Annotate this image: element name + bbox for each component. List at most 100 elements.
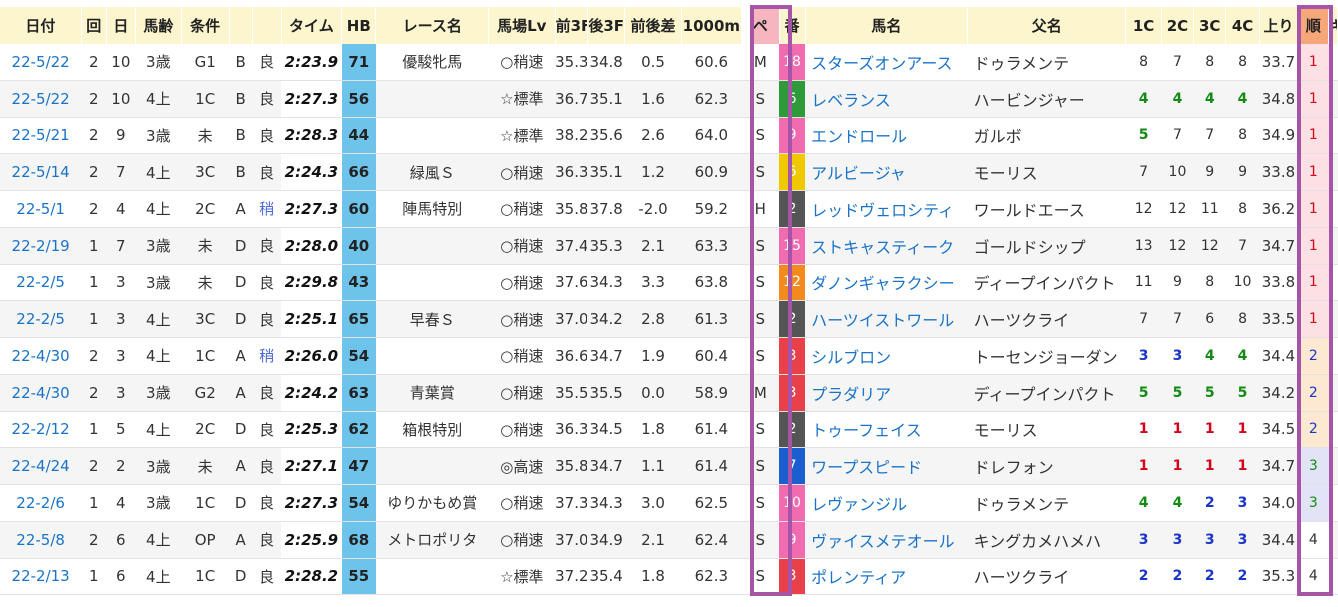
table-row[interactable]: 22-2/19 1 7 3歳未 D 良 2:28.0 40 ○稍速 37.4 35.3 2.1 63.3… xyxy=(0,227,1338,265)
table-row[interactable]: 22-2/12 1 5 4上 2C D 良 2:25.3 62 箱根特別 ○稍速 36.3 34.5 1.… xyxy=(0,411,1338,449)
header-rank[interactable]: 順 xyxy=(1297,7,1330,44)
header-agari[interactable]: 上り xyxy=(1259,7,1299,44)
race-date[interactable]: 22-2/6 xyxy=(0,484,82,522)
header-race[interactable]: レース名 xyxy=(375,7,489,44)
header-cls[interactable] xyxy=(229,7,253,44)
hb-score: 47 xyxy=(341,447,376,485)
first-3f: 36.7 xyxy=(555,80,588,118)
table-row[interactable]: 22-5/22 2 10 3歳 G1 B 良 2:23.9 71 優駿牝馬 ○稍速 35.3 34.8 0… xyxy=(0,44,1338,81)
header-age[interactable]: 馬齢 xyxy=(135,7,182,44)
horse-name-link[interactable]: ストキャスティーク xyxy=(805,227,968,265)
table-row[interactable]: 22-2/13 1 6 4上 1C D 良 2:28.2 55 ☆標準 37.2 35.4 1.8 62.… xyxy=(0,558,1338,596)
kai-cell: 1 xyxy=(81,411,107,449)
header-c4[interactable]: 4C xyxy=(1225,7,1260,44)
corner-4-position: 4 xyxy=(1225,80,1260,118)
table-row[interactable]: 22-4/30 2 3 4上 1C A 稍 2:26.0 54 ○稍速 36.6 34.7 1.9 60.… xyxy=(0,337,1338,375)
header-lv[interactable]: 馬場Lv xyxy=(488,7,556,44)
race-date[interactable]: 22-4/24 xyxy=(0,447,82,485)
table-row[interactable]: 22-2/5 1 3 3歳未 D 良 2:29.8 43 ○稍速 37.6 34.3 3.3 63.8 S… xyxy=(0,264,1338,302)
hb-score: 40 xyxy=(341,227,376,265)
horse-name-link[interactable]: ハーツイストワール xyxy=(805,300,968,338)
table-row[interactable]: 22-5/8 2 6 4上 OP A 良 2:25.9 68 メトロポリタ ○稍速 37.0 34.9 2… xyxy=(0,521,1338,559)
table-row[interactable]: 22-5/1 2 4 4上 2C A 稍 2:27.3 60 陣馬特別 ○稍速 35.8 37.8 -2.… xyxy=(0,190,1338,228)
extra-cell xyxy=(1328,411,1338,449)
race-date[interactable]: 22-5/14 xyxy=(0,153,82,191)
header-c1[interactable]: 1C xyxy=(1125,7,1162,44)
horse-name-link[interactable]: レベランス xyxy=(805,80,968,118)
finish-rank: 4 xyxy=(1297,521,1329,559)
corner-2-position: 10 xyxy=(1161,153,1194,191)
header-c3[interactable]: 3C xyxy=(1193,7,1227,44)
last-3f: 34.9 xyxy=(587,521,625,559)
race-date[interactable]: 22-5/22 xyxy=(0,44,82,81)
horse-name-link[interactable]: ダノンギャラクシー xyxy=(805,264,968,302)
horse-name-link[interactable]: アルビージャ xyxy=(805,153,968,191)
race-date[interactable]: 22-2/19 xyxy=(0,227,82,265)
pace-type: S xyxy=(741,484,780,522)
horse-name-link[interactable]: ヴァイスメテオール xyxy=(805,521,968,559)
header-kai[interactable]: 回 xyxy=(81,7,107,44)
finish-rank: 1 xyxy=(1297,300,1329,338)
track-class: B xyxy=(229,80,253,118)
horse-name-link[interactable]: スターズオンアース xyxy=(805,44,968,81)
table-row[interactable]: 22-5/22 2 10 4上 1C B 良 2:27.3 56 ☆標準 36.7 35.1 1.6 62… xyxy=(0,80,1338,118)
first-3f: 35.8 xyxy=(555,447,588,485)
horse-name-link[interactable]: ポレンティア xyxy=(805,558,968,596)
header-hb[interactable]: HB xyxy=(341,7,377,44)
race-date[interactable]: 22-2/5 xyxy=(0,264,82,302)
kai-cell: 2 xyxy=(81,80,107,118)
header-cond[interactable]: 条件 xyxy=(181,7,230,44)
extra-cell xyxy=(1328,484,1338,522)
header-pace[interactable]: ペ xyxy=(741,7,780,44)
header-m1000[interactable]: 1000m xyxy=(681,7,743,44)
track-level: ○稍速 xyxy=(488,227,556,265)
track-class: A xyxy=(229,521,253,559)
nichi-cell: 6 xyxy=(106,558,136,596)
horse-name-link[interactable]: プラダリア xyxy=(805,374,968,412)
header-date[interactable]: 日付 xyxy=(0,7,82,44)
header-f3[interactable]: 前3F xyxy=(555,7,588,44)
table-row[interactable]: 22-2/6 1 4 3歳 1C D 良 2:27.3 54 ゆりかもめ賞 ○稍速 37.3 34.3 3… xyxy=(0,484,1338,522)
last-3f: 35.3 xyxy=(587,227,625,265)
pace-type: S xyxy=(741,447,780,485)
horse-name-link[interactable]: エンドロール xyxy=(805,117,968,155)
horse-name-link[interactable]: トゥーフェイス xyxy=(805,411,968,449)
extra-cell xyxy=(1328,337,1338,375)
race-date[interactable]: 22-5/22 xyxy=(0,80,82,118)
race-date[interactable]: 22-4/30 xyxy=(0,337,82,375)
table-row[interactable]: 22-4/30 2 3 3歳 G2 A 良 2:24.2 63 青葉賞 ○稍速 35.5 35.5 0.0… xyxy=(0,374,1338,412)
table-row[interactable]: 22-5/21 2 9 3歳未 B 良 2:28.3 44 ☆標準 38.2 35.6 2.6 64.0… xyxy=(0,117,1338,155)
sire-name: ディープインパクト xyxy=(967,264,1126,302)
horse-name-link[interactable]: レッドヴェロシティ xyxy=(805,190,968,228)
header-c2[interactable]: 2C xyxy=(1161,7,1195,44)
header-num[interactable]: 番 xyxy=(779,7,806,44)
race-date[interactable]: 22-2/5 xyxy=(0,300,82,338)
table-row[interactable]: 22-2/5 1 3 4上 3C D 良 2:25.1 65 早春Ｓ ○稍速 37.0 34.2 2.8 6… xyxy=(0,300,1338,338)
horse-name-link[interactable]: シルブロン xyxy=(805,337,968,375)
header-time[interactable]: タイム xyxy=(281,7,343,44)
extra-cell xyxy=(1328,153,1338,191)
race-time: 2:27.3 xyxy=(281,484,342,522)
final-3f: 34.8 xyxy=(1259,80,1298,118)
corner-2-position: 7 xyxy=(1161,44,1194,81)
horse-name-link[interactable]: レヴァンジル xyxy=(805,484,968,522)
race-date[interactable]: 22-2/13 xyxy=(0,558,82,596)
race-date[interactable]: 22-4/30 xyxy=(0,374,82,412)
table-row[interactable]: 22-4/24 2 2 3歳未 A 良 2:27.1 47 ◎高速 35.8 34.7 1.1 61.4… xyxy=(0,447,1338,485)
table-row[interactable]: 22-5/14 2 7 4上 3C B 良 2:24.3 66 緑風Ｓ ○稍速 36.3 35.1 1.2… xyxy=(0,153,1338,191)
race-date[interactable]: 22-5/8 xyxy=(0,521,82,559)
header-baba[interactable] xyxy=(252,7,282,44)
header-diff[interactable]: 前後差 xyxy=(624,7,682,44)
header-sire[interactable]: 父名 xyxy=(967,7,1127,44)
race-date[interactable]: 22-5/21 xyxy=(0,117,82,155)
header-nichi[interactable]: 日 xyxy=(106,7,136,44)
race-date[interactable]: 22-2/12 xyxy=(0,411,82,449)
track-class: D xyxy=(229,264,253,302)
header-horse[interactable]: 馬名 xyxy=(805,7,969,44)
header-l3[interactable]: 後3F xyxy=(587,7,626,44)
finish-rank: 2 xyxy=(1297,337,1329,375)
track-condition: 良 xyxy=(252,44,282,81)
horse-name-link[interactable]: ワープスピード xyxy=(805,447,968,485)
header-extra[interactable]: キ xyxy=(1328,7,1338,44)
race-date[interactable]: 22-5/1 xyxy=(0,190,82,228)
